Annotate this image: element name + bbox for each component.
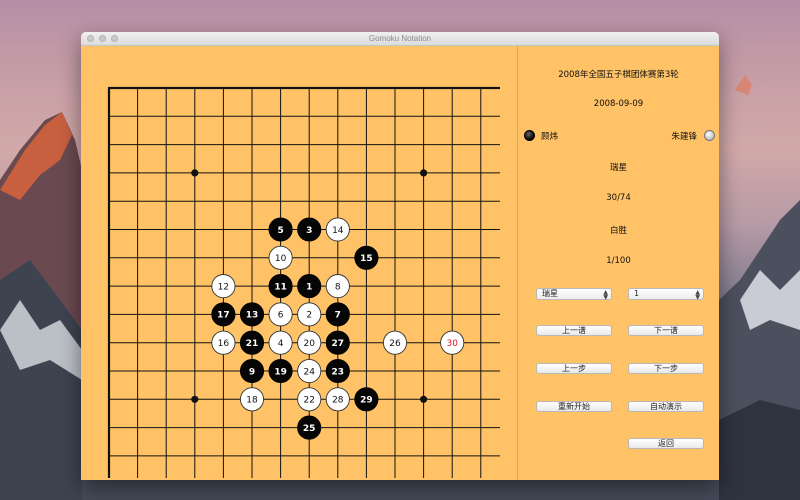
star-point bbox=[191, 395, 199, 403]
stone-move-number: 2 bbox=[306, 311, 312, 321]
stone-move-number: 21 bbox=[246, 339, 259, 349]
stone-move-number: 3 bbox=[306, 226, 312, 236]
record-select[interactable]: 1 ▲ ▼ bbox=[628, 288, 704, 301]
stone-move-number: 22 bbox=[303, 396, 314, 406]
game-date: 2008-09-09 bbox=[593, 99, 644, 109]
record-select-value: 1 bbox=[634, 289, 640, 298]
stone-move-number: 5 bbox=[277, 226, 283, 236]
window-title: Gomoku Notation bbox=[368, 34, 432, 43]
stone-move-number: 18 bbox=[246, 396, 258, 406]
app-window: Gomoku Notation 1 2 3 4 5 6 7 8 9 10 11 12 13 14 15 16 1… bbox=[81, 32, 719, 480]
stone-move-number: 15 bbox=[360, 254, 373, 264]
title-bar: Gomoku Notation bbox=[81, 32, 719, 46]
stone-move-number: 28 bbox=[332, 396, 344, 406]
stone-move-number: 13 bbox=[246, 311, 259, 321]
autoplay-button[interactable]: 自动演示 bbox=[628, 401, 704, 412]
stone-move-number: 4 bbox=[278, 339, 284, 349]
stone-move-number: 12 bbox=[218, 282, 229, 292]
stone-move-number: 16 bbox=[218, 339, 230, 349]
next-step-button[interactable]: 下一步 bbox=[628, 363, 704, 374]
white-player-stone-icon bbox=[704, 130, 715, 141]
event-title: 2008年全国五子棋团体赛第3轮 bbox=[558, 70, 679, 80]
stone-move-number: 26 bbox=[389, 339, 401, 349]
info-panel: 2008年全国五子棋团体赛第3轮 2008-09-09 顾炜 朱建锋 瑞星 30… bbox=[518, 46, 719, 480]
prev-record-button[interactable]: 上一谱 bbox=[536, 325, 612, 336]
opening-select[interactable]: 瑞星 ▲ ▼ bbox=[536, 288, 612, 301]
black-player-name: 顾炜 bbox=[541, 132, 559, 142]
star-point bbox=[420, 169, 428, 177]
opening-name: 瑞星 bbox=[609, 163, 627, 173]
stone-move-number: 29 bbox=[360, 396, 373, 406]
move-progress: 30/74 bbox=[606, 193, 631, 203]
star-point bbox=[420, 395, 428, 403]
record-index: 1/100 bbox=[606, 256, 631, 266]
star-point bbox=[191, 169, 199, 177]
stone-move-number: 17 bbox=[217, 311, 230, 321]
stone-move-number: 30 bbox=[446, 339, 458, 349]
stone-move-number: 6 bbox=[278, 311, 284, 321]
stone-move-number: 7 bbox=[335, 311, 341, 321]
stone-move-number: 9 bbox=[249, 367, 255, 377]
stone-move-number: 20 bbox=[303, 339, 315, 349]
gomoku-board[interactable]: 123456 7891011121314151617181920212223242… bbox=[100, 80, 500, 478]
black-player-stone-icon bbox=[524, 130, 535, 141]
stone-move-number: 11 bbox=[274, 282, 287, 292]
prev-step-button[interactable]: 上一步 bbox=[536, 363, 612, 374]
next-record-button[interactable]: 下一谱 bbox=[628, 325, 704, 336]
game-result: 白胜 bbox=[609, 226, 627, 236]
stone-move-number: 8 bbox=[335, 282, 341, 292]
stone-move-number: 10 bbox=[275, 254, 287, 264]
opening-select-value: 瑞星 bbox=[542, 289, 558, 298]
stone-move-number: 24 bbox=[303, 367, 315, 377]
stone-move-number: 25 bbox=[303, 424, 316, 434]
restart-button[interactable]: 重新开始 bbox=[536, 401, 612, 412]
board-panel: 1 2 3 4 5 6 7 8 9 10 11 12 13 14 15 16 17 18 19 20 21 22 23 24 2… bbox=[81, 46, 517, 480]
select-caret-icon: ▲ ▼ bbox=[603, 289, 608, 301]
stone-move-number: 27 bbox=[332, 339, 345, 349]
white-player-name: 朱建锋 bbox=[671, 132, 697, 142]
stone-move-number: 14 bbox=[332, 226, 344, 236]
stone-move-number: 19 bbox=[274, 367, 287, 377]
stone-move-number: 1 bbox=[306, 282, 312, 292]
stone-move-number: 23 bbox=[332, 367, 345, 377]
select-caret-icon: ▲ ▼ bbox=[695, 289, 700, 301]
back-button[interactable]: 返回 bbox=[628, 438, 704, 449]
